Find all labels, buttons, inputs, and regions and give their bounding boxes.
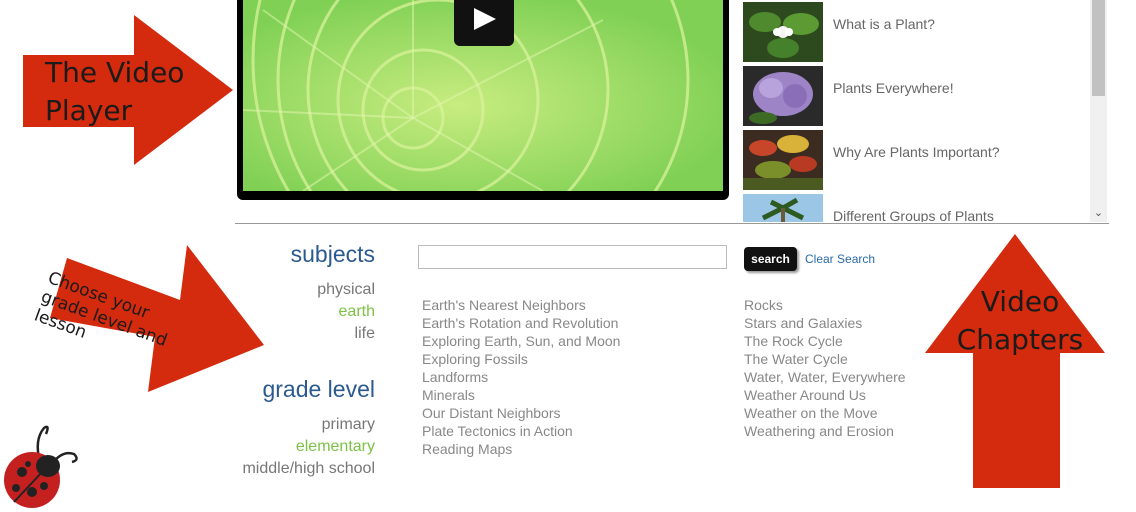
divider: [235, 223, 1109, 224]
search-button[interactable]: search: [744, 247, 797, 271]
annotation-video-chapters-label: Video Chapters: [956, 285, 1084, 356]
lesson-list-column-2: Rocks Stars and Galaxies The Rock Cycle …: [744, 296, 906, 440]
chapter-item[interactable]: Why Are Plants Important?: [740, 130, 1090, 192]
lesson-link[interactable]: Weathering and Erosion: [744, 422, 906, 440]
grade-level-heading: grade level: [262, 376, 375, 402]
video-chapters-list: What is a Plant? Plants Everywhere! Why …: [740, 0, 1090, 222]
grade-primary[interactable]: primary: [175, 416, 375, 434]
chapter-title[interactable]: What is a Plant?: [833, 16, 935, 32]
chapter-thumbnail[interactable]: [743, 2, 823, 62]
lesson-link[interactable]: Rocks: [744, 296, 906, 314]
chapter-thumbnail[interactable]: [743, 194, 823, 222]
chapter-thumbnail[interactable]: [743, 66, 823, 126]
subject-physical[interactable]: physical: [175, 281, 375, 299]
lesson-link[interactable]: Earth's Nearest Neighbors: [422, 296, 620, 314]
ladybug-icon: [4, 425, 78, 508]
lesson-link[interactable]: Minerals: [422, 386, 620, 404]
subjects-heading: subjects: [290, 241, 375, 267]
grade-elementary[interactable]: elementary: [175, 438, 375, 456]
scroll-down-icon[interactable]: ⌄: [1092, 206, 1105, 220]
annotation-video-player-label: The Video Player: [45, 56, 185, 127]
chapter-title[interactable]: Why Are Plants Important?: [833, 144, 1000, 160]
lesson-link[interactable]: Landforms: [422, 368, 620, 386]
lesson-link[interactable]: Plate Tectonics in Action: [422, 422, 620, 440]
play-button[interactable]: [454, 0, 514, 46]
chapter-item[interactable]: Plants Everywhere!: [740, 66, 1090, 128]
lesson-link[interactable]: Reading Maps: [422, 440, 620, 458]
lesson-link[interactable]: Water, Water, Everywhere: [744, 368, 906, 386]
lesson-link[interactable]: Stars and Galaxies: [744, 314, 906, 332]
lesson-link[interactable]: Exploring Fossils: [422, 350, 620, 368]
annotation-choose-grade-label: Choose your grade level and lesson: [31, 268, 170, 351]
scrollbar-thumb[interactable]: [1092, 0, 1105, 96]
lesson-link[interactable]: Exploring Earth, Sun, and Moon: [422, 332, 620, 350]
subject-life[interactable]: life: [175, 325, 375, 343]
clear-search-link[interactable]: Clear Search: [805, 252, 875, 266]
lesson-list-column-1: Earth's Nearest Neighbors Earth's Rotati…: [422, 296, 620, 458]
chapter-item[interactable]: What is a Plant?: [740, 2, 1090, 64]
lesson-link[interactable]: Weather Around Us: [744, 386, 906, 404]
chapter-title[interactable]: Plants Everywhere!: [833, 80, 954, 96]
subject-earth[interactable]: earth: [175, 303, 375, 321]
lesson-link[interactable]: The Water Cycle: [744, 350, 906, 368]
annotation-arrow-up: [925, 234, 1105, 488]
chapter-item[interactable]: Different Groups of Plants: [740, 194, 1090, 222]
grade-middle-high-school[interactable]: middle/high school: [175, 460, 375, 478]
chapter-title[interactable]: Different Groups of Plants: [833, 208, 994, 222]
search-input[interactable]: [418, 245, 727, 269]
lesson-link[interactable]: The Rock Cycle: [744, 332, 906, 350]
chapter-thumbnail[interactable]: [743, 130, 823, 190]
lesson-link[interactable]: Our Distant Neighbors: [422, 404, 620, 422]
lesson-link[interactable]: Earth's Rotation and Revolution: [422, 314, 620, 332]
lesson-link[interactable]: Weather on the Move: [744, 404, 906, 422]
play-icon: [474, 8, 496, 30]
